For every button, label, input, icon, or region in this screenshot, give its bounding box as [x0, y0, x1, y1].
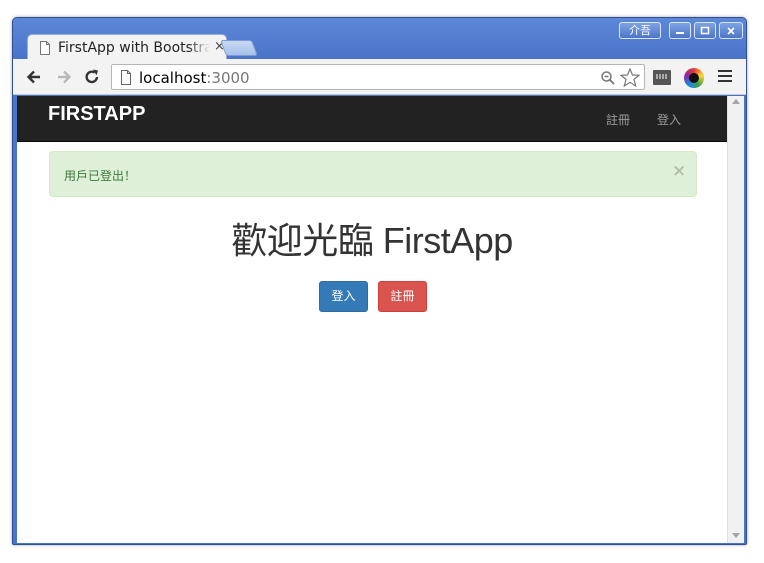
color-extension-icon[interactable] [684, 68, 704, 88]
welcome-heading: 歡迎光臨 FirstApp [231, 220, 513, 261]
nav-login-link[interactable]: 登入 [657, 111, 681, 128]
signup-button[interactable]: 註冊 [378, 281, 427, 312]
browser-toolbar: localhost:3000 [13, 59, 746, 95]
close-icon [727, 27, 735, 35]
maximize-icon [700, 26, 710, 35]
window-close-button[interactable] [719, 22, 743, 39]
browser-window: 介吾 FirstApp with Bootstrap × localhost:3… [12, 17, 747, 545]
navbar-brand[interactable]: FIRSTAPP [48, 103, 145, 126]
alert-close-button[interactable]: × [672, 163, 686, 180]
page-icon [121, 70, 131, 85]
keyboard-extension-icon[interactable] [653, 70, 671, 85]
url-port: :3000 [206, 69, 250, 87]
page-viewport: FIRSTAPP 註冊 登入 用戶已登出！ × 歡迎光臨 FirstApp 登入… [17, 96, 727, 543]
site-navbar: FIRSTAPP 註冊 登入 [17, 96, 727, 142]
ime-indicator[interactable]: 介吾 [619, 22, 661, 39]
zoom-icon[interactable] [600, 70, 616, 86]
login-button[interactable]: 登入 [319, 281, 368, 312]
vertical-scrollbar[interactable] [727, 96, 744, 543]
document-icon [40, 41, 50, 55]
url-host: localhost [139, 69, 207, 87]
maximize-button[interactable] [694, 22, 716, 39]
forward-arrow-icon[interactable] [55, 68, 73, 86]
success-alert: 用戶已登出！ × [49, 151, 697, 197]
url-text: localhost:3000 [139, 69, 250, 87]
bookmark-star-icon[interactable] [620, 68, 640, 87]
address-bar[interactable]: localhost:3000 [111, 64, 645, 90]
title-bar: 介吾 FirstApp with Bootstrap × [13, 18, 746, 60]
new-tab-button[interactable] [220, 40, 258, 56]
tab-firstapp[interactable]: FirstApp with Bootstrap × [27, 34, 227, 60]
minimize-button[interactable] [669, 22, 691, 39]
reload-icon[interactable] [83, 68, 101, 86]
scroll-up-arrow-icon[interactable] [732, 99, 740, 104]
minimize-icon [676, 32, 684, 34]
alert-message: 用戶已登出！ [64, 169, 137, 183]
scroll-down-arrow-icon[interactable] [732, 533, 740, 538]
nav-signup-link[interactable]: 註冊 [606, 111, 630, 128]
back-arrow-icon[interactable] [25, 68, 43, 86]
menu-icon[interactable] [718, 70, 732, 84]
tab-title: FirstApp with Bootstrap [58, 40, 210, 56]
